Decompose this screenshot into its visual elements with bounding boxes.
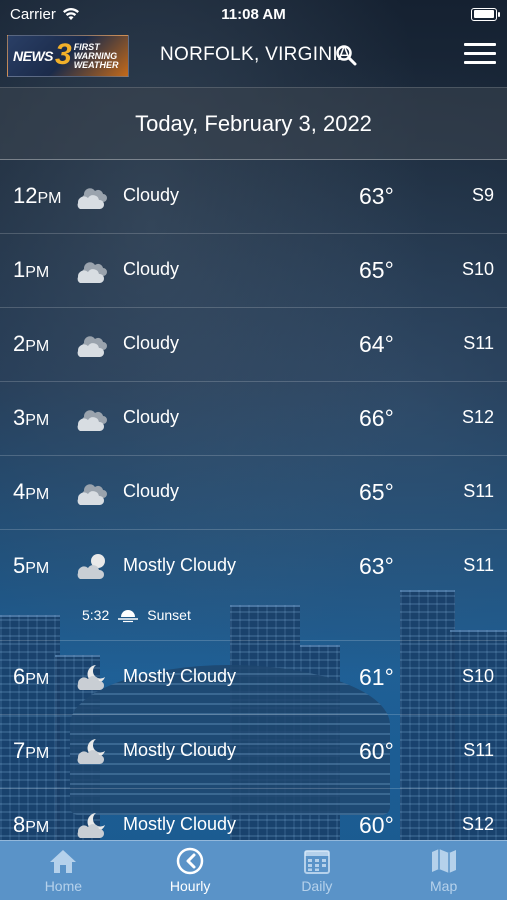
condition-label: Cloudy bbox=[123, 259, 180, 279]
hour-row[interactable]: 7PM Mostly Cloudy 60° S11 bbox=[0, 715, 507, 789]
hour-row[interactable]: 12PM Cloudy 63° S9 bbox=[0, 160, 507, 234]
temperature: 61° bbox=[359, 664, 394, 690]
mostly-cloudy-night-icon bbox=[77, 665, 105, 690]
hour-label: 12PM bbox=[13, 183, 62, 208]
news3-logo[interactable]: NEWS 3 FIRST WARNING WEATHER bbox=[7, 35, 129, 77]
mostly-cloudy-night-icon bbox=[77, 739, 105, 764]
temperature: 66° bbox=[359, 405, 394, 431]
temperature: 60° bbox=[359, 738, 394, 764]
wind: S11 bbox=[463, 333, 494, 353]
hour-row[interactable]: 2PM Cloudy 64° S11 bbox=[0, 308, 507, 382]
tab-daily[interactable]: Daily bbox=[254, 841, 381, 900]
sunset-time: 5:32 bbox=[82, 607, 110, 623]
date-header: Today, February 3, 2022 bbox=[0, 87, 507, 160]
sunset-icon bbox=[118, 610, 139, 623]
wind: S11 bbox=[463, 555, 494, 575]
hour-label: 4PM bbox=[13, 479, 50, 504]
status-bar: Carrier 11:08 AM bbox=[0, 0, 507, 28]
condition-label: Mostly Cloudy bbox=[123, 814, 237, 834]
hour-label: 3PM bbox=[13, 405, 50, 430]
home-icon bbox=[50, 850, 77, 873]
cloudy-icon bbox=[77, 262, 107, 283]
hour-row[interactable]: 4PM Cloudy 65° S11 bbox=[0, 456, 507, 530]
cloudy-icon bbox=[77, 484, 107, 505]
tab-label: Map bbox=[430, 878, 458, 894]
cloudy-icon bbox=[77, 188, 107, 209]
hour-label: 2PM bbox=[13, 331, 50, 356]
wind: S9 bbox=[471, 185, 494, 205]
search-icon[interactable] bbox=[335, 44, 357, 66]
cloudy-icon bbox=[77, 336, 107, 357]
sunset-info: 5:32 Sunset bbox=[82, 607, 191, 623]
mostly-cloudy-day-icon bbox=[77, 554, 105, 579]
hourly-forecast-list: 12PM Cloudy 63° S9 1PM Cloudy 65° S10 2P… bbox=[0, 160, 507, 863]
tab-label: Hourly bbox=[169, 878, 211, 894]
tab-label: Daily bbox=[301, 878, 333, 894]
hour-label: 7PM bbox=[13, 738, 50, 763]
hour-label: 1PM bbox=[13, 257, 50, 282]
map-icon bbox=[431, 849, 456, 873]
condition-label: Cloudy bbox=[123, 407, 180, 427]
battery-icon bbox=[471, 7, 500, 21]
tab-label: Home bbox=[44, 878, 83, 894]
temperature: 65° bbox=[359, 257, 394, 283]
hour-label: 6PM bbox=[13, 664, 50, 689]
temperature: 60° bbox=[359, 812, 394, 838]
app-header: NEWS 3 FIRST WARNING WEATHER NORFOLK, VI… bbox=[0, 28, 507, 86]
hour-label: 5PM bbox=[13, 553, 50, 578]
wind: S11 bbox=[463, 740, 494, 760]
hour-row[interactable]: 1PM Cloudy 65° S10 bbox=[0, 234, 507, 308]
clock-icon bbox=[176, 847, 204, 875]
hour-row[interactable]: 3PM Cloudy 66° S12 bbox=[0, 382, 507, 456]
cloudy-icon bbox=[77, 410, 107, 431]
condition-label: Cloudy bbox=[123, 481, 180, 501]
tab-map[interactable]: Map bbox=[380, 841, 507, 900]
bottom-tab-bar: Home Hourly Daily Map bbox=[0, 840, 507, 900]
date-label: Today, February 3, 2022 bbox=[135, 110, 372, 136]
condition-label: Cloudy bbox=[123, 185, 180, 205]
wind: S10 bbox=[461, 666, 494, 686]
tab-home[interactable]: Home bbox=[0, 841, 127, 900]
logo-number: 3 bbox=[55, 38, 72, 71]
wind: S12 bbox=[461, 814, 494, 834]
logo-first-warning-weather: FIRST WARNING WEATHER bbox=[73, 41, 119, 70]
hamburger-menu-icon[interactable] bbox=[464, 43, 496, 67]
sunset-label: Sunset bbox=[147, 607, 191, 623]
hour-label: 8PM bbox=[13, 812, 50, 837]
hour-row[interactable]: 5PM Mostly Cloudy 63° S11 5:32 Sunset bbox=[0, 530, 507, 641]
location-label[interactable]: NORFOLK, VIRGINIA bbox=[160, 44, 351, 66]
condition-label: Mostly Cloudy bbox=[123, 555, 237, 575]
wind: S12 bbox=[461, 407, 494, 427]
condition-label: Mostly Cloudy bbox=[123, 740, 237, 760]
tab-hourly[interactable]: Hourly bbox=[127, 841, 254, 900]
temperature: 63° bbox=[359, 553, 394, 579]
mostly-cloudy-night-icon bbox=[77, 813, 105, 838]
condition-label: Cloudy bbox=[123, 333, 180, 353]
logo-news-text: NEWS bbox=[13, 48, 54, 64]
calendar-icon bbox=[303, 850, 330, 874]
carrier-label: Carrier bbox=[10, 5, 56, 23]
clock-time: 11:08 AM bbox=[221, 5, 286, 23]
temperature: 63° bbox=[359, 183, 394, 209]
temperature: 64° bbox=[359, 331, 394, 357]
wind: S10 bbox=[461, 259, 494, 279]
temperature: 65° bbox=[359, 479, 394, 505]
wifi-icon bbox=[62, 8, 79, 20]
condition-label: Mostly Cloudy bbox=[123, 666, 237, 686]
hour-row[interactable]: 6PM Mostly Cloudy 61° S10 bbox=[0, 641, 507, 715]
wind: S11 bbox=[463, 481, 494, 501]
